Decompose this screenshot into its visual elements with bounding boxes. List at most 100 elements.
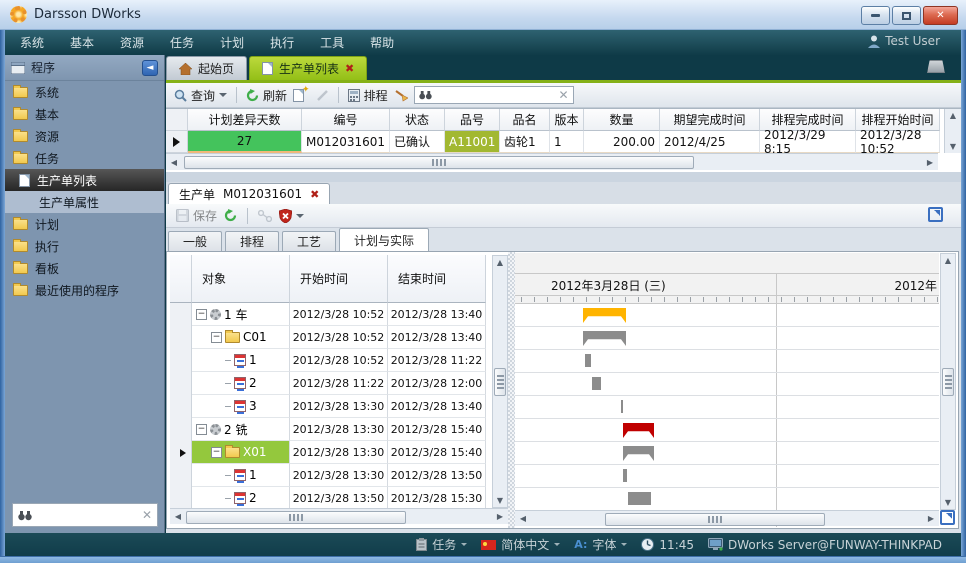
tab-general[interactable]: 一般 xyxy=(168,231,222,251)
link-nodes-button[interactable] xyxy=(258,210,272,222)
gantt-popout-icon[interactable] xyxy=(940,510,955,525)
tab-start-page[interactable]: 起始页 xyxy=(166,56,247,80)
scroll-down-icon[interactable]: ▼ xyxy=(940,498,956,507)
sidebar-item-resource[interactable]: 资源 xyxy=(5,125,164,147)
tab-plan-vs-actual[interactable]: 计划与实际 xyxy=(339,228,429,251)
menu-execute[interactable]: 执行 xyxy=(270,34,294,51)
tree-row[interactable]: −1 车 2012/3/28 10:52 2012/3/28 13:40 xyxy=(170,303,508,326)
gantt-hscrollbar[interactable]: ◀ ▶ xyxy=(515,510,939,526)
toolbar-search-clear-icon[interactable]: ✕ xyxy=(559,88,569,102)
scroll-up-icon[interactable]: ▲ xyxy=(940,256,956,265)
sidebar-item-basic[interactable]: 基本 xyxy=(5,103,164,125)
close-button[interactable]: ✕ xyxy=(923,6,958,25)
tree-row[interactable]: 2 2012/3/28 13:50 2012/3/28 15:30 xyxy=(170,487,508,510)
sidebar-item-execute[interactable]: 执行 xyxy=(5,235,164,257)
sidebar-search-clear-icon[interactable]: ✕ xyxy=(142,508,152,522)
grid-hscrollbar[interactable]: ◀ ▶ xyxy=(166,153,938,170)
tree-row[interactable]: −C01 2012/3/28 10:52 2012/3/28 13:40 xyxy=(170,326,508,349)
sidebar-item-system[interactable]: 系统 xyxy=(5,81,164,103)
minimize-button[interactable] xyxy=(861,6,890,25)
gantt-bar-task[interactable] xyxy=(628,492,651,505)
cell-item-no[interactable]: A11001 xyxy=(445,131,500,153)
horizontal-splitter[interactable] xyxy=(166,172,961,182)
collapse-icon[interactable]: − xyxy=(196,309,207,320)
schedule-button[interactable]: 排程 xyxy=(348,87,388,104)
sidebar-item-recent-programs[interactable]: 最近使用的程序 xyxy=(5,279,164,301)
edit-button[interactable] xyxy=(316,89,329,102)
gantt-bar-task[interactable] xyxy=(623,469,627,482)
gantt-hscroll-thumb[interactable] xyxy=(605,513,825,526)
sidebar-item-production-order-list[interactable]: 生产单列表 xyxy=(5,169,164,191)
scroll-down-icon[interactable]: ▼ xyxy=(945,142,961,151)
new-button[interactable]: ✦ xyxy=(293,89,310,102)
scroll-down-icon[interactable]: ▼ xyxy=(492,496,508,505)
status-font-menu[interactable]: A: 字体 xyxy=(574,536,627,553)
col-plan-diff-days[interactable]: 计划差异天数 xyxy=(188,109,302,131)
menu-resource[interactable]: 资源 xyxy=(120,34,144,51)
gantt-vscrollbar[interactable]: ▲▼ xyxy=(940,253,956,510)
collapse-icon[interactable]: − xyxy=(211,332,222,343)
col-item-no[interactable]: 品号 xyxy=(445,109,500,131)
scroll-right-icon[interactable]: ▶ xyxy=(923,514,939,523)
pin-panel-icon[interactable] xyxy=(927,60,945,73)
menu-help[interactable]: 帮助 xyxy=(370,34,394,51)
status-language-menu[interactable]: 简体中文 xyxy=(481,536,560,553)
cell-status[interactable]: 已确认 xyxy=(390,131,445,153)
user-badge[interactable]: Test User xyxy=(868,34,940,48)
tree-vscroll-thumb[interactable] xyxy=(494,368,506,396)
query-button[interactable]: 查询 xyxy=(174,87,227,104)
vertical-splitter[interactable] xyxy=(508,252,515,528)
menu-basic[interactable]: 基本 xyxy=(70,34,94,51)
popout-icon[interactable] xyxy=(928,207,943,222)
tree-hscrollbar[interactable]: ◀ ▶ xyxy=(170,508,508,524)
col-version[interactable]: 版本 xyxy=(550,109,584,131)
grid-hscroll-thumb[interactable] xyxy=(184,156,694,169)
restore-button[interactable] xyxy=(892,6,921,25)
tree-row-selected[interactable]: −X01 2012/3/28 13:30 2012/3/28 15:40 xyxy=(170,441,508,464)
menu-task[interactable]: 任务 xyxy=(170,34,194,51)
col-start-time[interactable]: 开始时间 xyxy=(290,255,388,303)
tree-row[interactable]: −2 铣 2012/3/28 13:30 2012/3/28 15:40 xyxy=(170,418,508,441)
cell-version[interactable]: 1 xyxy=(550,131,584,153)
document-tab-close-icon[interactable]: ✖ xyxy=(310,188,319,201)
scroll-up-icon[interactable]: ▲ xyxy=(492,258,508,267)
sidebar-item-task[interactable]: 任务 xyxy=(5,147,164,169)
sidebar-item-plan[interactable]: 计划 xyxy=(5,213,164,235)
collapse-icon[interactable]: − xyxy=(211,447,222,458)
detail-refresh-button[interactable] xyxy=(224,209,237,222)
col-qty[interactable]: 数量 xyxy=(584,109,660,131)
tab-schedule[interactable]: 排程 xyxy=(225,231,279,251)
tree-row[interactable]: 1 2012/3/28 13:30 2012/3/28 13:50 xyxy=(170,464,508,487)
col-expected-end[interactable]: 期望完成时间 xyxy=(660,109,760,131)
save-button[interactable]: 保存 xyxy=(176,207,217,224)
menu-tools[interactable]: 工具 xyxy=(320,34,344,51)
scroll-left-icon[interactable]: ◀ xyxy=(515,514,531,523)
col-object[interactable]: 对象 xyxy=(192,255,290,303)
tree-hscroll-thumb[interactable] xyxy=(186,511,406,524)
col-status[interactable]: 状态 xyxy=(390,109,445,131)
cell-code[interactable]: M012031601 xyxy=(302,131,390,153)
cell-plan-diff-days[interactable]: 27 xyxy=(188,131,302,153)
col-end-time[interactable]: 结束时间 xyxy=(388,255,486,303)
gantt-rows[interactable] xyxy=(515,304,939,511)
cell-sched-end[interactable]: 2012/3/29 8:15 xyxy=(760,131,856,153)
status-task-menu[interactable]: 任务 xyxy=(416,536,467,553)
scroll-left-icon[interactable]: ◀ xyxy=(166,158,182,167)
sidebar-item-production-order-props[interactable]: 生产单属性 xyxy=(5,191,164,213)
gantt-bar-task[interactable] xyxy=(592,377,601,390)
grid-vscrollbar[interactable]: ▲ ▼ xyxy=(944,109,961,153)
gantt-bar-task[interactable] xyxy=(621,400,623,413)
sidebar-collapse-button[interactable]: ◄ xyxy=(142,60,158,76)
sidebar-item-kanban[interactable]: 看板 xyxy=(5,257,164,279)
gantt-vscroll-thumb[interactable] xyxy=(942,368,954,396)
cancel-confirm-button[interactable] xyxy=(279,209,304,223)
cell-item-name[interactable]: 齿轮1 xyxy=(500,131,550,153)
document-tab[interactable]: 生产单 M012031601 ✖ xyxy=(168,183,330,204)
cell-expected-end[interactable]: 2012/4/25 xyxy=(660,131,760,153)
tab-close-icon[interactable]: ✖ xyxy=(345,62,354,75)
tree-row[interactable]: 3 2012/3/28 13:30 2012/3/28 13:40 xyxy=(170,395,508,418)
tab-production-order-list[interactable]: 生产单列表 ✖ xyxy=(249,56,367,80)
tree-row[interactable]: 1 2012/3/28 10:52 2012/3/28 11:22 xyxy=(170,349,508,372)
clean-button[interactable] xyxy=(394,89,408,102)
grid-data-row[interactable]: 27 M012031601 已确认 A11001 齿轮1 1 200.00 20… xyxy=(166,131,961,153)
